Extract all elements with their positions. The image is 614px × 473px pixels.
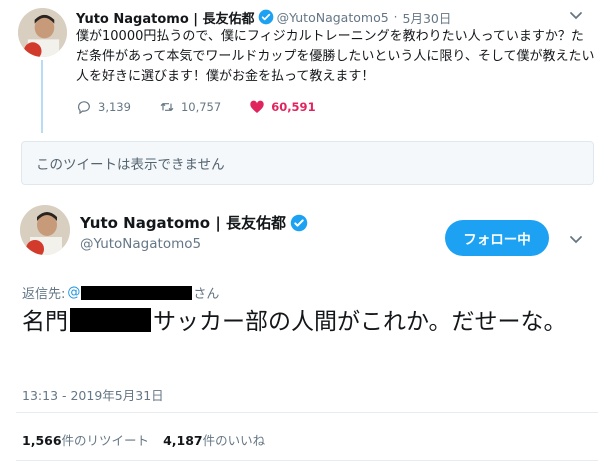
- reply-context: 返信先: @ さん: [22, 283, 219, 302]
- retweet-button[interactable]: 10,757: [159, 99, 221, 115]
- like-count: 60,591: [271, 100, 316, 114]
- author-handle[interactable]: @YutoNagatomo5: [277, 10, 389, 25]
- avatar-image: [18, 8, 67, 57]
- chevron-down-icon[interactable]: [568, 8, 584, 22]
- like-stat[interactable]: 4,187件のいいね: [163, 430, 265, 449]
- retweet-icon: [160, 103, 174, 111]
- retweet-stat[interactable]: 1,566件のリツイート: [22, 430, 149, 449]
- tweet-text-part1: 名門: [22, 309, 68, 335]
- like-total: 4,187: [163, 433, 203, 448]
- reply-count: 3,139: [98, 100, 131, 114]
- tweet-text: 名門 サッカー部の人間がこれか。だせーな。: [22, 307, 592, 338]
- unavailable-text: このツイートは表示できません: [36, 157, 225, 173]
- retweet-label: 件のリツイート: [61, 433, 150, 448]
- thread-line: [41, 60, 43, 133]
- avatar[interactable]: [18, 8, 67, 57]
- tweet-stats: 1,566件のリツイート 4,187件のいいね: [22, 430, 279, 449]
- separator: ·: [393, 10, 398, 24]
- verified-icon: [258, 9, 274, 25]
- tweet-header: Yuto Nagatomo | 長友佑都 @YutoNagatomo5 · 5月…: [76, 8, 452, 27]
- tweet-actions: 3,139 10,757 60,591: [76, 97, 344, 117]
- reply-suffix: さん: [193, 287, 220, 302]
- heart-icon: [250, 100, 264, 113]
- verified-icon: [290, 214, 308, 232]
- reply-icon: [77, 101, 90, 115]
- like-button[interactable]: 60,591: [249, 99, 316, 115]
- redaction-box: [70, 308, 151, 332]
- reply-prefix: 返信先:: [22, 287, 66, 302]
- retweet-total: 1,566: [22, 433, 62, 448]
- author-name[interactable]: Yuto Nagatomo | 長友佑都: [80, 212, 286, 233]
- avatar-image: [20, 205, 70, 255]
- following-button[interactable]: フォロー中: [445, 220, 549, 256]
- avatar[interactable]: [20, 205, 70, 255]
- reply-button[interactable]: 3,139: [76, 99, 131, 115]
- tweet-date[interactable]: 5月30日: [403, 8, 452, 27]
- retweet-count: 10,757: [180, 100, 222, 114]
- divider: [16, 460, 598, 461]
- divider: [16, 412, 598, 413]
- redaction-box: [81, 285, 193, 300]
- chevron-down-icon[interactable]: [568, 232, 584, 246]
- tweet-text: 僕が10000円払うので、僕にフィジカルトレーニングを教わりたい人っていますか？…: [76, 29, 595, 84]
- tweet-text-part2: サッカー部の人間がこれか。だせーな。: [153, 309, 567, 335]
- unavailable-tweet: このツイートは表示できません: [21, 141, 594, 185]
- author-name-row: Yuto Nagatomo | 長友佑都: [80, 212, 311, 233]
- like-label: 件のいいね: [202, 433, 266, 448]
- author-handle[interactable]: @YutoNagatomo5: [80, 236, 201, 252]
- author-name[interactable]: Yuto Nagatomo | 長友佑都: [76, 8, 255, 27]
- reply-at[interactable]: @: [67, 285, 80, 300]
- tweet-timestamp[interactable]: 13:13 - 2019年5月31日: [22, 385, 164, 404]
